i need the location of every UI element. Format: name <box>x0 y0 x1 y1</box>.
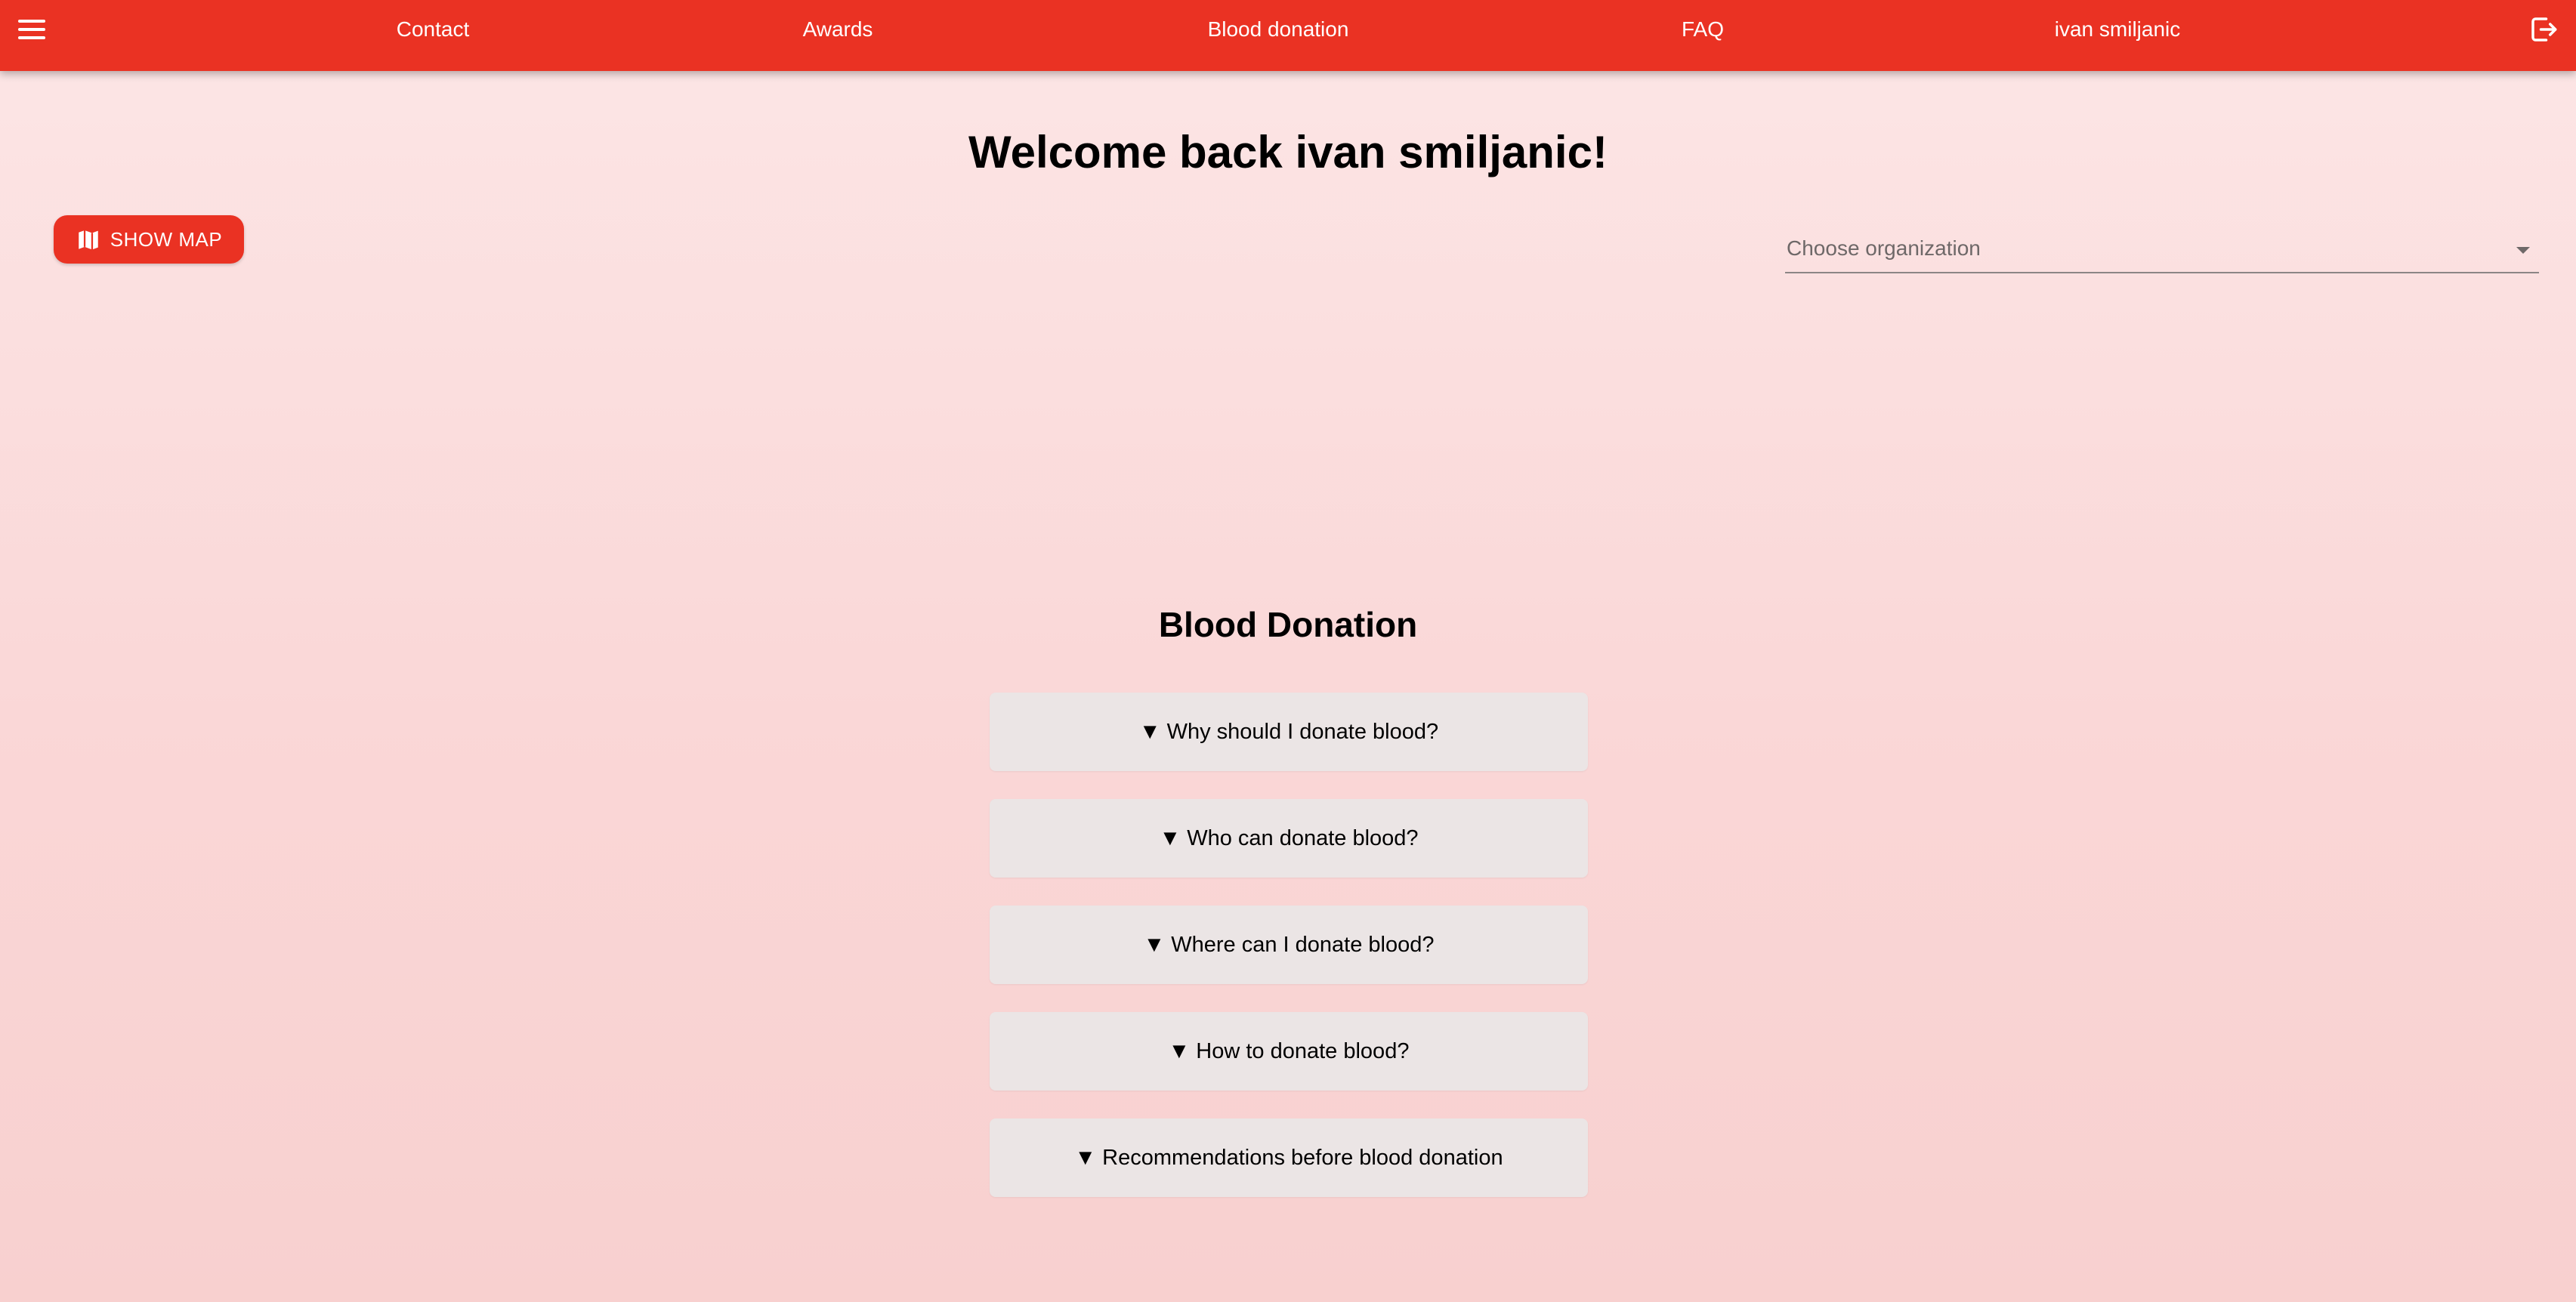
hamburger-menu-icon[interactable] <box>18 18 47 41</box>
nav-contact[interactable]: Contact <box>397 17 470 42</box>
nav-awards[interactable]: Awards <box>803 17 873 42</box>
map-icon <box>79 230 98 250</box>
faq-item-where-donate[interactable]: ▼ Where can I donate blood? <box>990 906 1588 984</box>
logout-icon[interactable] <box>2528 14 2559 45</box>
show-map-button[interactable]: SHOW MAP <box>54 215 244 264</box>
nav-faq[interactable]: FAQ <box>1682 17 1724 42</box>
faq-item-why-donate[interactable]: ▼ Why should I donate blood? <box>990 693 1588 771</box>
dropdown-arrow-icon <box>2516 247 2530 254</box>
faq-item-recommendations[interactable]: ▼ Recommendations before blood donation <box>990 1118 1588 1197</box>
show-map-label: SHOW MAP <box>110 227 223 251</box>
nav-blood-donation[interactable]: Blood donation <box>1208 17 1349 42</box>
page-title: Welcome back ivan smiljanic! <box>968 127 1608 177</box>
faq-item-who-can-donate[interactable]: ▼ Who can donate blood? <box>990 799 1588 878</box>
organization-select-placeholder: Choose organization <box>1787 236 1981 260</box>
nav-user-profile[interactable]: ivan smiljanic <box>2055 17 2181 42</box>
organization-select[interactable]: Choose organization <box>1785 227 2539 273</box>
top-app-bar: Contact Awards Blood donation FAQ ivan s… <box>0 0 2576 71</box>
faq-section-title: Blood Donation <box>1158 605 1418 644</box>
faq-item-how-to-donate[interactable]: ▼ How to donate blood? <box>990 1012 1588 1091</box>
